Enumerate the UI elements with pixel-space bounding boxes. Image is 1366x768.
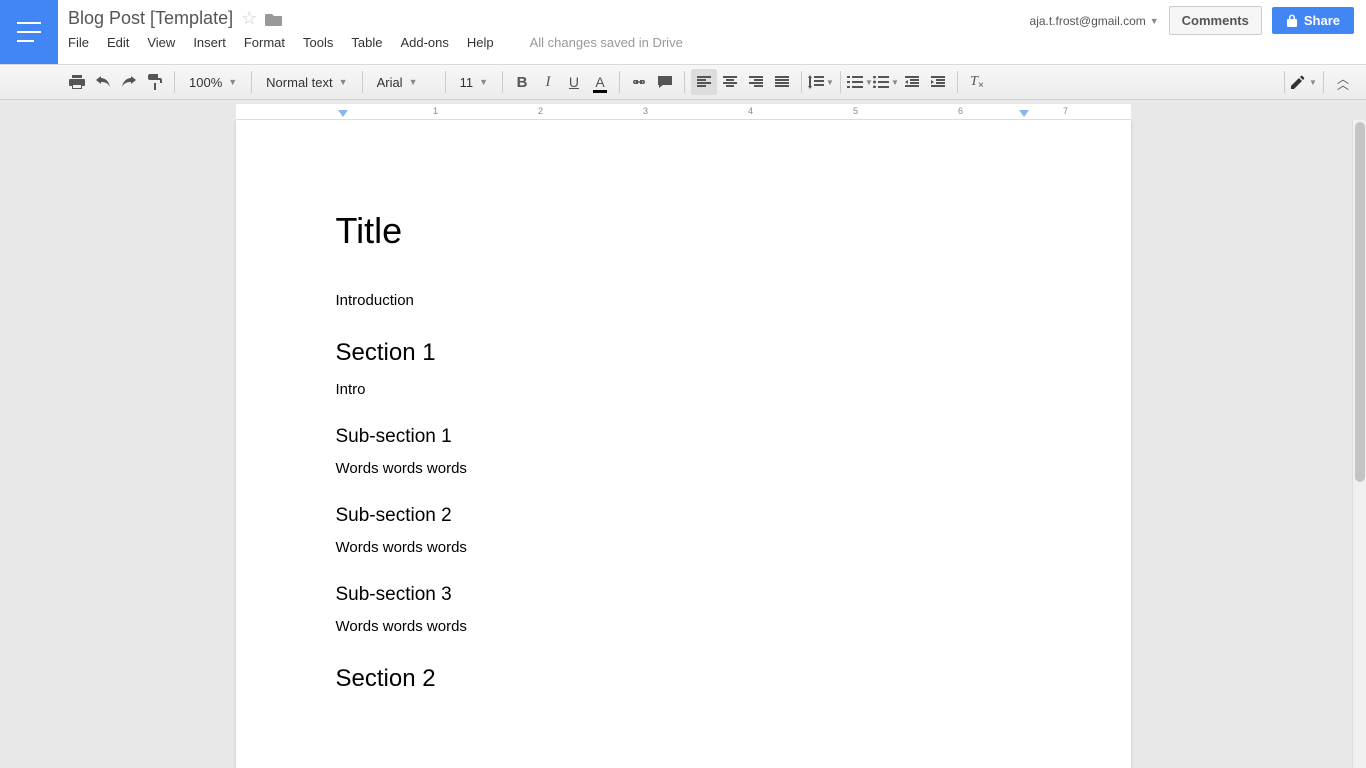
ruler-indent-left-icon[interactable] [338, 110, 348, 117]
ruler-area: 1 2 3 4 5 6 7 [0, 104, 1366, 120]
paint-format-icon[interactable] [142, 69, 168, 95]
doc-heading-subsection[interactable]: Sub-section 3 [336, 584, 1031, 606]
ruler-tick: 6 [958, 106, 963, 116]
undo-icon[interactable] [90, 69, 116, 95]
doc-paragraph[interactable]: Words words words [336, 539, 1031, 556]
doc-paragraph[interactable]: Intro [336, 381, 1031, 398]
font-select[interactable]: Arial▼ [369, 69, 439, 95]
document-title[interactable]: Blog Post [Template] [68, 8, 233, 29]
menu-format[interactable]: Format [244, 35, 285, 50]
scrollbar-thumb[interactable] [1355, 122, 1365, 482]
style-select[interactable]: Normal text▼ [258, 69, 355, 95]
print-icon[interactable] [64, 69, 90, 95]
editing-mode-icon[interactable]: ▼ [1291, 69, 1317, 95]
font-size-select[interactable]: 11▼ [452, 69, 496, 95]
scrollbar-vertical[interactable] [1352, 120, 1366, 768]
align-right-icon[interactable] [743, 69, 769, 95]
doc-heading-section[interactable]: Section 2 [336, 665, 1031, 693]
toolbar: 100%▼ Normal text▼ Arial▼ 11▼ B I U A ▼ … [0, 64, 1366, 100]
caret-down-icon: ▼ [1150, 16, 1159, 26]
align-justify-icon[interactable] [769, 69, 795, 95]
redo-icon[interactable] [116, 69, 142, 95]
menu-table[interactable]: Table [351, 35, 382, 50]
ruler-tick: 5 [853, 106, 858, 116]
indent-icon[interactable] [925, 69, 951, 95]
zoom-select[interactable]: 100%▼ [181, 69, 245, 95]
doc-heading-subsection[interactable]: Sub-section 1 [336, 426, 1031, 448]
menu-addons[interactable]: Add-ons [400, 35, 448, 50]
doc-paragraph[interactable]: Words words words [336, 460, 1031, 477]
menu-tools[interactable]: Tools [303, 35, 333, 50]
line-spacing-icon[interactable]: ▼ [808, 69, 834, 95]
account-email-text: aja.t.frost@gmail.com [1030, 14, 1146, 28]
share-button[interactable]: Share [1272, 7, 1354, 34]
folder-icon[interactable] [265, 12, 283, 26]
numbered-list-icon[interactable]: ▼ [847, 69, 873, 95]
align-left-icon[interactable] [691, 69, 717, 95]
document-canvas[interactable]: Title Introduction Section 1 Intro Sub-s… [0, 120, 1366, 768]
share-label: Share [1304, 13, 1340, 28]
align-center-icon[interactable] [717, 69, 743, 95]
ruler-tick: 4 [748, 106, 753, 116]
doc-paragraph[interactable]: Introduction [336, 292, 1031, 309]
ruler-tick: 7 [1063, 106, 1068, 116]
menu-view[interactable]: View [147, 35, 175, 50]
docs-logo-icon [17, 22, 41, 42]
save-status: All changes saved in Drive [530, 35, 683, 50]
clear-formatting-icon[interactable]: T× [964, 69, 990, 95]
ruler-tick: 2 [538, 106, 543, 116]
lock-icon [1286, 14, 1298, 28]
bold-icon[interactable]: B [509, 69, 535, 95]
account-email[interactable]: aja.t.frost@gmail.com ▼ [1030, 14, 1159, 28]
page[interactable]: Title Introduction Section 1 Intro Sub-s… [236, 120, 1131, 768]
header-bar: Blog Post [Template] ☆ File Edit View In… [0, 0, 1366, 64]
comments-button[interactable]: Comments [1169, 6, 1262, 35]
menu-help[interactable]: Help [467, 35, 494, 50]
doc-paragraph[interactable]: Words words words [336, 618, 1031, 635]
ruler-tick: 1 [433, 106, 438, 116]
menu-file[interactable]: File [68, 35, 89, 50]
star-icon[interactable]: ☆ [241, 8, 257, 29]
italic-icon[interactable]: I [535, 69, 561, 95]
ruler[interactable]: 1 2 3 4 5 6 7 [236, 104, 1131, 120]
doc-heading-subsection[interactable]: Sub-section 2 [336, 505, 1031, 527]
doc-heading-section[interactable]: Section 1 [336, 339, 1031, 367]
doc-heading-title[interactable]: Title [336, 210, 1031, 252]
bullet-list-icon[interactable]: ▼ [873, 69, 899, 95]
menubar: File Edit View Insert Format Tools Table… [68, 35, 1358, 50]
outdent-icon[interactable] [899, 69, 925, 95]
docs-logo[interactable] [0, 0, 58, 64]
menu-edit[interactable]: Edit [107, 35, 129, 50]
underline-icon[interactable]: U [561, 69, 587, 95]
menu-insert[interactable]: Insert [193, 35, 226, 50]
collapse-toolbar-icon[interactable]: ︿︿ [1330, 69, 1356, 95]
link-icon[interactable] [626, 69, 652, 95]
ruler-tick: 3 [643, 106, 648, 116]
text-color-icon[interactable]: A [587, 69, 613, 95]
ruler-indent-right-icon[interactable] [1019, 110, 1029, 117]
comment-icon[interactable] [652, 69, 678, 95]
